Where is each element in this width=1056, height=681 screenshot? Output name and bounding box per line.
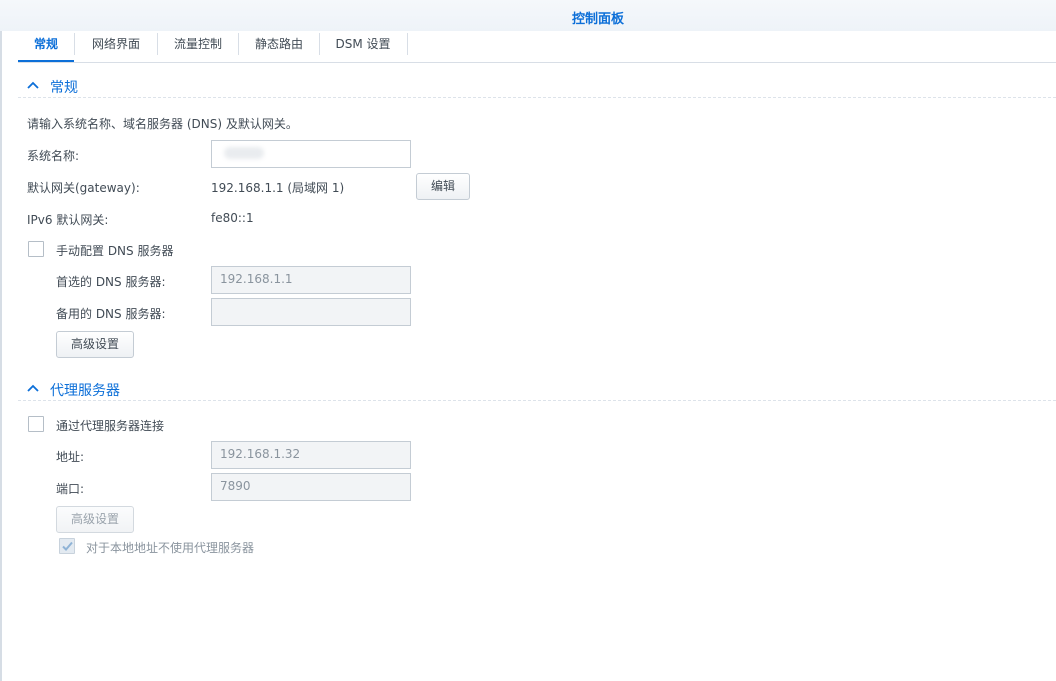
connect-via-proxy-checkbox[interactable]: [28, 416, 44, 432]
tab-bar: 常规 网络界面 流量控制 静态路由 DSM 设置: [18, 31, 1056, 62]
proxy-port-label: 端口:: [56, 482, 85, 496]
tab-network-interface[interactable]: 网络界面: [75, 31, 157, 61]
manual-dns-checkbox[interactable]: [28, 241, 44, 257]
alternate-dns-label: 备用的 DNS 服务器:: [56, 307, 166, 321]
section-general-title: 常规: [50, 80, 78, 96]
proxy-address-input[interactable]: 192.168.1.32: [211, 441, 411, 469]
checkmark-icon: [62, 541, 73, 551]
proxy-advanced-settings-button[interactable]: 高级设置: [56, 506, 134, 533]
window-title: 控制面板: [571, 12, 624, 27]
edit-gateway-button[interactable]: 编辑: [416, 173, 470, 200]
redacted-value: [224, 147, 264, 159]
tab-static-route[interactable]: 静态路由: [239, 31, 319, 61]
ipv6-gateway-label: IPv6 默认网关:: [27, 213, 109, 227]
section-proxy-header: 代理服务器: [18, 380, 1056, 401]
tab-underline: [18, 62, 1056, 63]
ipv6-gateway-value: fe80::1: [211, 211, 254, 225]
section-general-header: 常规: [18, 77, 1056, 98]
section-proxy-title: 代理服务器: [50, 383, 120, 399]
dns-advanced-settings-button[interactable]: 高级设置: [56, 331, 134, 358]
manual-dns-label: 手动配置 DNS 服务器: [56, 244, 174, 258]
tab-separator: [407, 33, 408, 55]
general-description: 请输入系统名称、域名服务器 (DNS) 及默认网关。: [27, 117, 298, 131]
chevron-up-icon[interactable]: [26, 382, 40, 396]
bypass-local-label: 对于本地地址不使用代理服务器: [86, 541, 255, 555]
preferred-dns-label: 首选的 DNS 服务器:: [56, 275, 166, 289]
gateway-label: 默认网关(gateway):: [27, 181, 140, 195]
gateway-value: 192.168.1.1 (局域网 1): [211, 181, 345, 195]
chevron-up-icon[interactable]: [26, 79, 40, 93]
tab-general[interactable]: 常规: [18, 31, 74, 62]
proxy-port-input[interactable]: 7890: [211, 473, 411, 501]
tab-dsm-settings[interactable]: DSM 设置: [320, 31, 406, 61]
tab-traffic-control[interactable]: 流量控制: [158, 31, 238, 61]
preferred-dns-input[interactable]: 192.168.1.1: [211, 266, 411, 294]
alternate-dns-input[interactable]: [211, 298, 411, 326]
window-left-border: [0, 31, 2, 681]
system-name-label: 系统名称:: [27, 149, 80, 163]
title-bar: 控制面板: [0, 0, 1056, 31]
bypass-local-checkbox[interactable]: [59, 538, 75, 554]
connect-via-proxy-label: 通过代理服务器连接: [56, 419, 165, 433]
proxy-address-label: 地址:: [56, 450, 85, 464]
system-name-input[interactable]: [211, 140, 411, 168]
